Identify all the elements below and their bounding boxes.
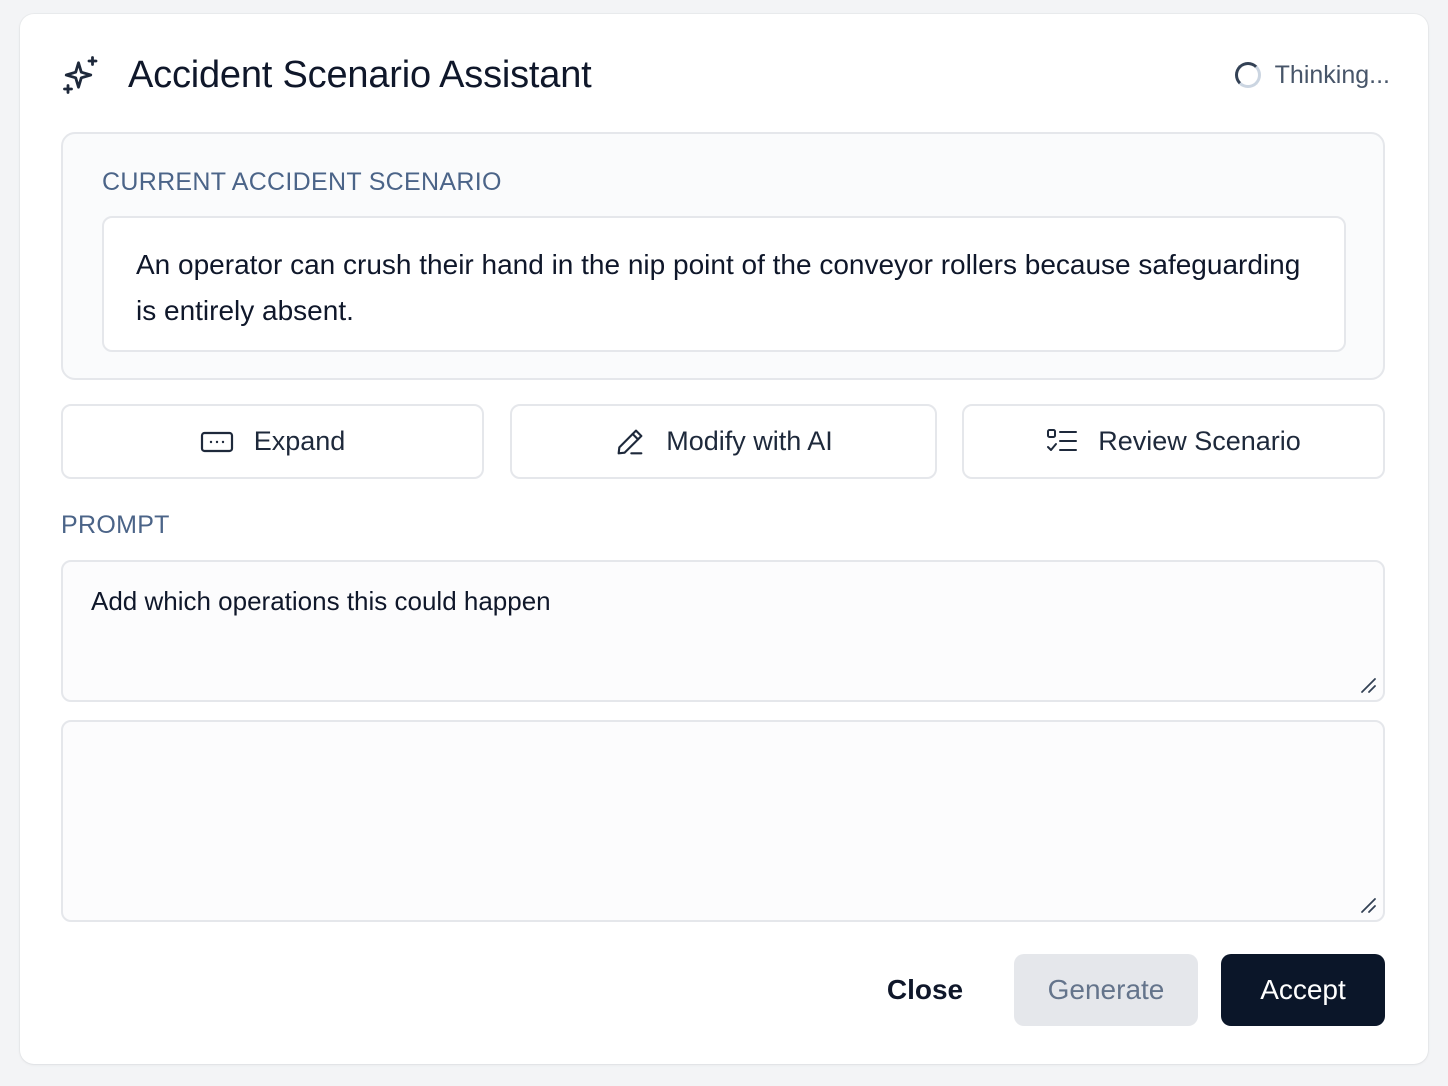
pencil-icon: [614, 426, 646, 458]
expand-icon: [200, 431, 234, 453]
current-scenario-label: CURRENT ACCIDENT SCENARIO: [102, 168, 502, 196]
accident-scenario-dialog: Accident Scenario Assistant Thinking... …: [20, 14, 1428, 1064]
review-label: Review Scenario: [1098, 426, 1301, 456]
loading-spinner-icon: [1234, 62, 1261, 88]
output-textarea[interactable]: [61, 720, 1385, 922]
accept-button[interactable]: Accept: [1221, 954, 1385, 1026]
current-scenario-text: An operator can crush their hand in the …: [102, 216, 1346, 352]
status-text: Thinking...: [1274, 60, 1390, 89]
dialog-title: Accident Scenario Assistant: [128, 53, 592, 96]
prompt-value: Add which operations this could happen: [91, 586, 551, 616]
action-buttons: Expand Modify with AI Review Scenario: [61, 404, 1385, 479]
prompt-textarea[interactable]: Add which operations this could happen: [61, 560, 1385, 702]
modify-label: Modify with AI: [666, 426, 833, 456]
sparkles-icon: [61, 54, 103, 96]
expand-button[interactable]: Expand: [61, 404, 484, 479]
generate-button[interactable]: Generate: [1014, 954, 1198, 1026]
resize-handle-icon[interactable]: [1359, 896, 1377, 914]
modify-with-ai-button[interactable]: Modify with AI: [510, 404, 937, 479]
current-scenario-card: CURRENT ACCIDENT SCENARIO An operator ca…: [61, 132, 1385, 380]
resize-handle-icon[interactable]: [1359, 676, 1377, 694]
review-scenario-button[interactable]: Review Scenario: [962, 404, 1385, 479]
expand-label: Expand: [253, 426, 346, 456]
dialog-header: Accident Scenario Assistant Thinking...: [61, 50, 1390, 100]
checklist-icon: [1046, 428, 1078, 456]
prompt-label: PROMPT: [61, 511, 170, 539]
close-button[interactable]: Close: [870, 954, 980, 1026]
title-wrap: Accident Scenario Assistant: [61, 54, 592, 97]
status-indicator: Thinking...: [1234, 60, 1390, 90]
